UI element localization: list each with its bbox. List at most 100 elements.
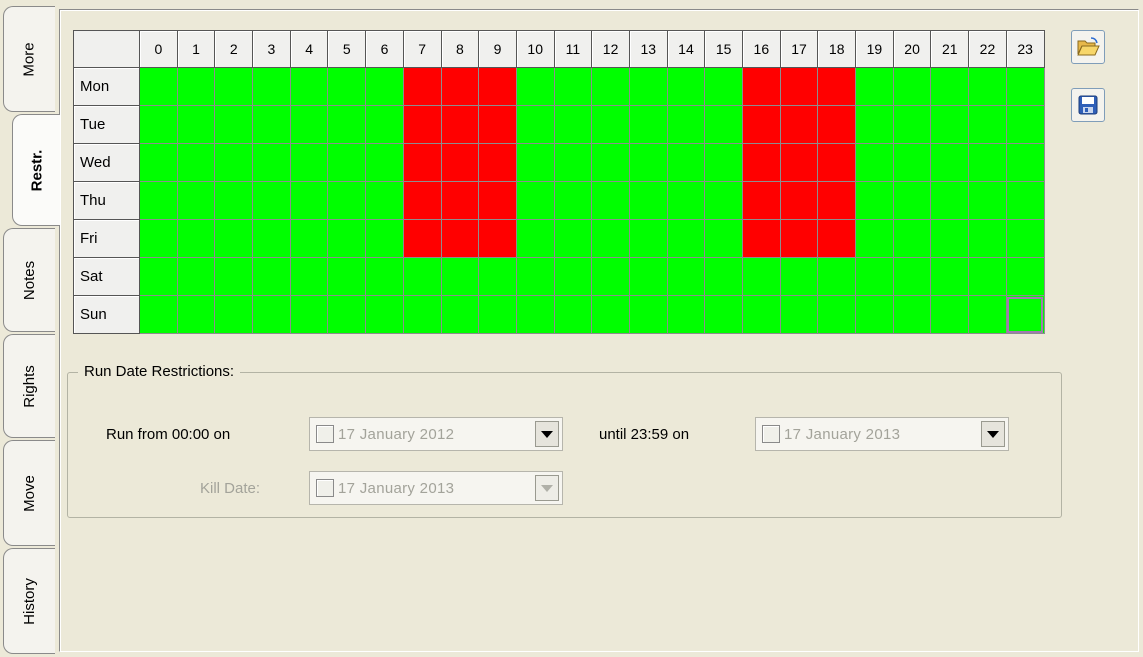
schedule-cell[interactable]: [742, 67, 781, 106]
schedule-cell[interactable]: [968, 257, 1007, 296]
schedule-cell[interactable]: [855, 181, 894, 220]
schedule-cell[interactable]: [628, 105, 668, 144]
schedule-cell[interactable]: [817, 219, 857, 258]
schedule-cell[interactable]: [817, 143, 857, 182]
schedule-cell[interactable]: [440, 257, 480, 296]
schedule-cell[interactable]: [1005, 105, 1045, 144]
schedule-cell[interactable]: [742, 257, 781, 296]
schedule-cell[interactable]: [402, 67, 442, 106]
day-header[interactable]: Sat: [73, 257, 140, 296]
hour-header[interactable]: 10: [515, 30, 555, 68]
schedule-cell[interactable]: [591, 143, 630, 182]
schedule-cell[interactable]: [704, 67, 743, 106]
day-header[interactable]: Tue: [73, 105, 140, 144]
schedule-cell[interactable]: [855, 257, 894, 296]
schedule-cell[interactable]: [214, 257, 254, 296]
schedule-cell[interactable]: [478, 105, 517, 144]
schedule-cell[interactable]: [628, 219, 668, 258]
schedule-cell[interactable]: [139, 219, 178, 258]
hour-header[interactable]: 13: [628, 30, 668, 68]
schedule-cell[interactable]: [176, 105, 216, 144]
schedule-cell[interactable]: [440, 143, 480, 182]
schedule-cell[interactable]: [478, 295, 517, 334]
schedule-cell[interactable]: [553, 143, 593, 182]
schedule-cell[interactable]: [666, 67, 706, 106]
schedule-cell[interactable]: [139, 143, 178, 182]
schedule-cell[interactable]: [817, 67, 857, 106]
hour-header[interactable]: 9: [478, 30, 517, 68]
schedule-cell[interactable]: [855, 295, 894, 334]
schedule-cell[interactable]: [1005, 143, 1045, 182]
schedule-cell[interactable]: [289, 143, 329, 182]
schedule-cell[interactable]: [930, 143, 970, 182]
schedule-cell[interactable]: [139, 257, 178, 296]
schedule-cell[interactable]: [817, 257, 857, 296]
schedule-cell[interactable]: [742, 181, 781, 220]
tab-notes[interactable]: Notes: [3, 228, 55, 332]
schedule-cell[interactable]: [666, 219, 706, 258]
schedule-cell[interactable]: [930, 67, 970, 106]
schedule-cell[interactable]: [365, 67, 404, 106]
schedule-cell[interactable]: [817, 105, 857, 144]
hour-header[interactable]: 21: [930, 30, 970, 68]
run-from-checkbox[interactable]: [316, 425, 334, 443]
schedule-cell[interactable]: [930, 295, 970, 334]
day-header[interactable]: Mon: [73, 67, 140, 106]
schedule-cell[interactable]: [1005, 219, 1045, 258]
schedule-cell[interactable]: [402, 295, 442, 334]
hour-header[interactable]: 6: [365, 30, 404, 68]
schedule-cell[interactable]: [515, 67, 555, 106]
hour-header[interactable]: 0: [139, 30, 178, 68]
schedule-cell[interactable]: [591, 105, 630, 144]
schedule-cell[interactable]: [591, 295, 630, 334]
schedule-cell[interactable]: [139, 105, 178, 144]
schedule-cell[interactable]: [742, 143, 781, 182]
schedule-cell[interactable]: [289, 67, 329, 106]
schedule-cell[interactable]: [855, 143, 894, 182]
schedule-cell[interactable]: [214, 219, 254, 258]
schedule-cell[interactable]: [515, 105, 555, 144]
schedule-cell[interactable]: [289, 105, 329, 144]
schedule-cell[interactable]: [252, 295, 291, 334]
tab-more[interactable]: More: [3, 6, 55, 112]
schedule-cell[interactable]: [402, 143, 442, 182]
schedule-cell[interactable]: [817, 181, 857, 220]
schedule-cell[interactable]: [591, 257, 630, 296]
schedule-cell[interactable]: [1005, 295, 1045, 334]
schedule-cell[interactable]: [779, 181, 819, 220]
schedule-cell[interactable]: [252, 143, 291, 182]
schedule-cell[interactable]: [440, 67, 480, 106]
hour-header[interactable]: 18: [817, 30, 857, 68]
schedule-cell[interactable]: [214, 181, 254, 220]
day-header[interactable]: Thu: [73, 181, 140, 220]
schedule-cell[interactable]: [289, 295, 329, 334]
schedule-cell[interactable]: [704, 295, 743, 334]
schedule-cell[interactable]: [855, 67, 894, 106]
until-date-picker[interactable]: 17 January 2013: [755, 417, 1009, 451]
schedule-cell[interactable]: [440, 295, 480, 334]
schedule-cell[interactable]: [478, 219, 517, 258]
schedule-cell[interactable]: [1005, 67, 1045, 106]
schedule-cell[interactable]: [365, 219, 404, 258]
schedule-cell[interactable]: [968, 181, 1007, 220]
schedule-cell[interactable]: [855, 105, 894, 144]
tab-move[interactable]: Move: [3, 440, 55, 546]
schedule-cell[interactable]: [779, 143, 819, 182]
schedule-cell[interactable]: [628, 143, 668, 182]
schedule-cell[interactable]: [365, 143, 404, 182]
schedule-cell[interactable]: [930, 219, 970, 258]
hour-header[interactable]: 22: [968, 30, 1007, 68]
schedule-cell[interactable]: [553, 67, 593, 106]
schedule-cell[interactable]: [365, 295, 404, 334]
schedule-cell[interactable]: [1005, 257, 1045, 296]
hour-header[interactable]: 15: [704, 30, 743, 68]
schedule-cell[interactable]: [139, 181, 178, 220]
schedule-cell[interactable]: [440, 219, 480, 258]
tab-history[interactable]: History: [3, 548, 55, 654]
schedule-cell[interactable]: [327, 105, 367, 144]
hour-header[interactable]: 20: [892, 30, 932, 68]
schedule-cell[interactable]: [628, 257, 668, 296]
schedule-cell[interactable]: [968, 295, 1007, 334]
schedule-cell[interactable]: [628, 181, 668, 220]
schedule-cell[interactable]: [440, 105, 480, 144]
